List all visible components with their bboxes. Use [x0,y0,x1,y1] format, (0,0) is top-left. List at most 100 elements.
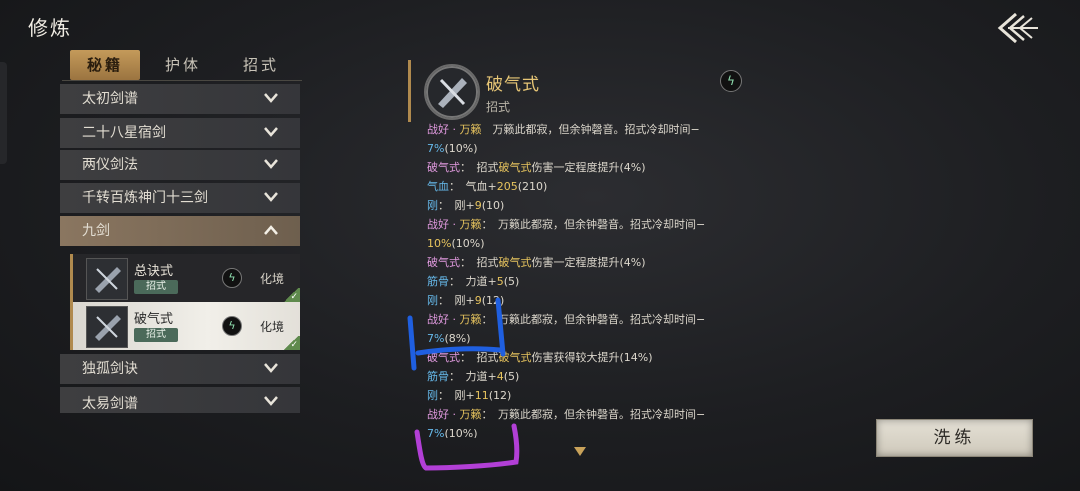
effect-text: (10%) [444,427,478,438]
effect-text: 破气式 [498,256,532,269]
effect-text: 9 [474,294,482,307]
category-label: 两仪剑法 [82,157,138,173]
effect-text: 5 [496,275,504,288]
effect-text: 破气式 [498,351,532,364]
effect-text: 筋骨 [427,370,449,383]
category-liangyi[interactable]: 两仪剑法 [60,150,300,180]
skill-symbol-icon: ϟ [222,268,242,288]
effect-text: ： 力道+ [449,275,497,288]
check-icon: ✓ [282,288,300,302]
effect-text: 刚 [427,294,438,307]
effect-text: 筋骨 [427,275,449,288]
detail-skill-name: 破气式 [486,75,540,95]
category-label: 二十八星宿剑 [82,125,166,141]
chevron-down-icon [264,127,278,137]
category-jiujian[interactable]: 九剑 [60,216,300,246]
sword-skill-icon [86,258,128,300]
effect-text: 伤害一定程度提升(4%) [531,256,646,269]
effect-text: 气血 [427,180,449,193]
effect-text: 刚 [427,199,438,212]
left-edge-handle [0,62,7,164]
wash-button[interactable]: 洗练 [876,419,1033,457]
effect-text: 万籁 [459,313,482,326]
effect-line: 刚： 刚+11(12) [427,386,747,405]
chevron-down-icon [264,159,278,169]
effect-text: 万籁 [459,123,482,136]
effect-line: 战好 · 万籁： 万籁此都寂，但余钟磬音。招式冷却时间− [427,215,747,234]
category-ershiba[interactable]: 二十八星宿剑 [60,118,300,148]
effect-text: ： 招式 [460,161,499,174]
effect-text: (8%) [444,332,471,345]
effect-line: 破气式： 招式破气式伤害一定程度提升(4%) [427,158,747,177]
skill-type-tag: 招式 [134,328,178,342]
skill-symbol-icon: ϟ [222,316,242,336]
effect-text: (10) [481,199,505,212]
category-dugu[interactable]: 独孤剑诀 [60,354,300,384]
effect-text: 破气式 [427,256,460,269]
chevron-down-icon [264,93,278,103]
category-qianzhuan[interactable]: 千转百炼神门十三剑 [60,183,300,213]
detail-symbol-icon[interactable]: ϟ [720,70,742,92]
effect-text: ： 万籁此都寂，但余钟磬音。招式冷却时间− [481,313,706,326]
chevron-up-icon [264,225,278,235]
effect-text: 11 [474,389,489,402]
effect-line: 筋骨： 力道+4(5) [427,367,747,386]
skill-item-zongjue[interactable]: 总诀式 招式 ϟ 化境 ✓ [70,254,300,302]
effect-text: 伤害一定程度提升(4%) [531,161,646,174]
category-taichu[interactable]: 太初剑谱 [60,84,300,114]
effect-text: ： 刚+ [438,389,475,402]
scroll-down-arrow-icon[interactable] [574,447,586,456]
effect-line: 7%(8%) [427,329,747,348]
effect-text: ： 招式 [460,351,499,364]
skill-accent-bar [70,302,73,350]
category-label: 独孤剑诀 [82,361,138,377]
effect-text: 4 [496,370,504,383]
effect-text: 战好 · [427,408,460,421]
category-label: 太易剑谱 [82,396,138,412]
effect-line: 刚： 刚+9(10) [427,196,747,215]
effect-text: 破气式 [427,161,460,174]
skill-realm: 化境 [260,272,285,286]
effect-text: 战好 · [427,218,460,231]
effect-text: 破气式 [498,161,532,174]
effect-text: (210) [517,180,548,193]
effect-text: 万籁 [459,218,482,231]
effect-text: 万籁 [459,408,482,421]
effect-line: 刚： 刚+9(12) [427,291,747,310]
effect-line: 气血： 气血+205(210) [427,177,747,196]
effect-line: 10%(10%) [427,234,747,253]
back-arrow-icon[interactable] [994,10,1040,46]
effect-line: 7%(10%) [427,424,747,438]
effect-text: 7% [427,142,445,155]
effect-text: 9 [474,199,482,212]
effect-text: ： 刚+ [438,294,475,307]
effect-text: 伤害获得较大提升(14%) [531,351,653,364]
category-taiyi[interactable]: 太易剑谱 [60,387,300,413]
poqi-skill-icon [424,64,480,120]
effect-text: (5) [503,370,520,383]
effect-text: (12) [481,294,505,307]
effect-text: 万籁此都寂，但余钟磬音。招式冷却时间− [481,123,700,136]
chevron-down-icon [264,192,278,202]
category-label: 千转百炼神门十三剑 [82,190,208,206]
effect-list[interactable]: 战好 · 万籁 万籁此都寂，但余钟磬音。招式冷却时间− 7%(10%) 破气式： 招… [427,120,747,438]
effect-text: 7% [427,427,445,438]
check-icon: ✓ [282,336,300,350]
effect-text: (12) [488,389,512,402]
effect-line: 7%(10%) [427,139,747,158]
chevron-down-icon [264,363,278,373]
skill-item-poqi[interactable]: 破气式 招式 ϟ 化境 ✓ [70,302,300,350]
tab-huti[interactable]: 护体 [148,50,218,80]
effect-text: (5) [503,275,520,288]
effect-line: 战好 · 万籁 万籁此都寂，但余钟磬音。招式冷却时间− [427,120,747,139]
tab-miji[interactable]: 秘籍 [70,50,140,80]
effect-text: 205 [496,180,518,193]
effect-text: (10%) [444,142,478,155]
effect-text: 破气式 [427,351,460,364]
effect-text: 战好 · [427,123,460,136]
category-tabs: 秘籍 护体 招式 [62,50,302,81]
effect-text: 战好 · [427,313,460,326]
tab-zhaoshi[interactable]: 招式 [226,50,296,80]
effect-line: 筋骨： 力道+5(5) [427,272,747,291]
effect-line: 战好 · 万籁： 万籁此都寂，但余钟磬音。招式冷却时间− [427,405,747,424]
